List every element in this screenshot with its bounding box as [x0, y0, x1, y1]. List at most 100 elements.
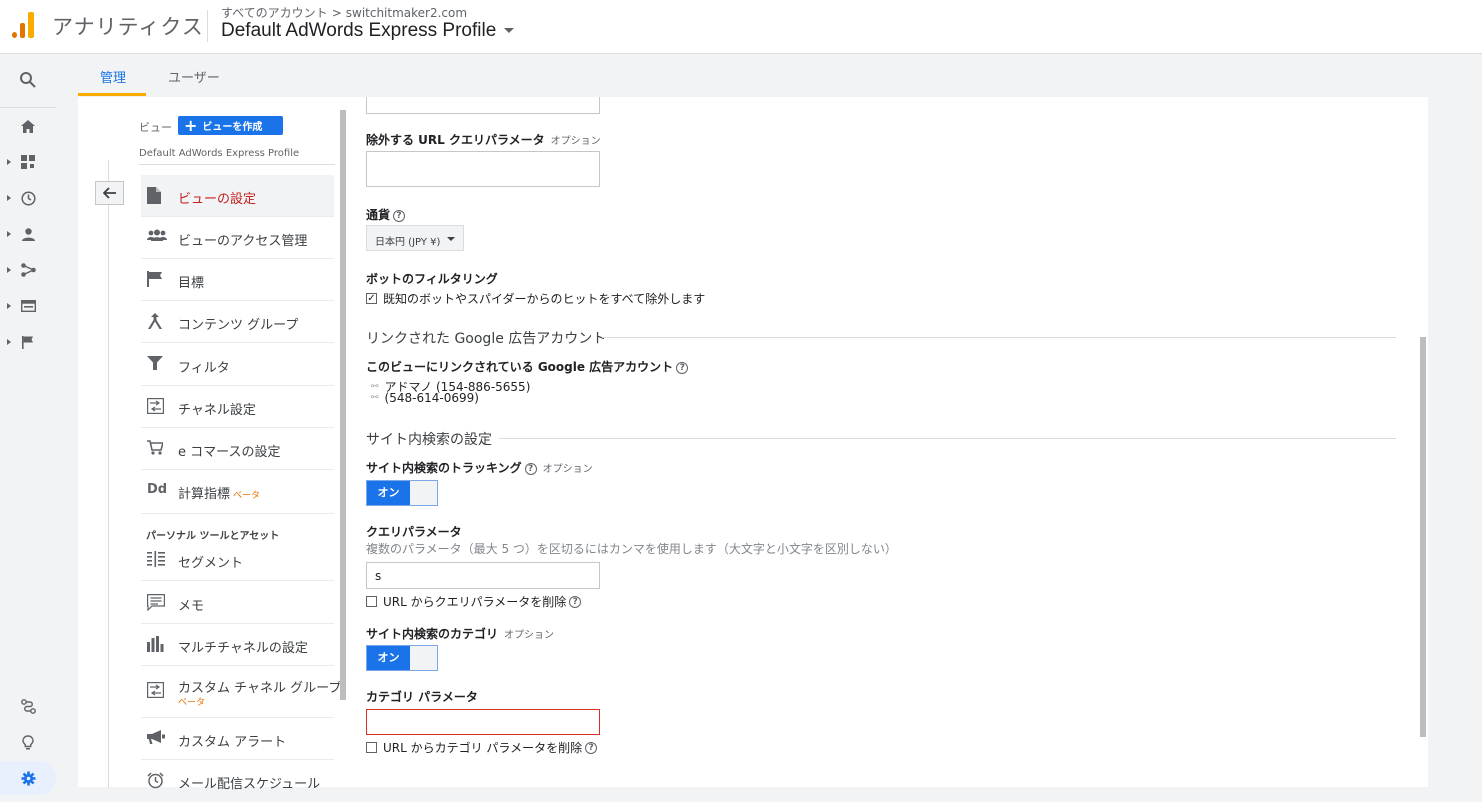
- bot-filter-label: ボットのフィルタリング: [366, 272, 498, 286]
- nav-custom-alerts[interactable]: カスタム アラート: [141, 718, 334, 760]
- breadcrumb[interactable]: すべてのアカウント > switchitmaker2.com: [221, 4, 467, 21]
- exclude-params-textarea[interactable]: [366, 151, 600, 187]
- help-icon[interactable]: ?: [585, 741, 598, 754]
- previous-field-input[interactable]: [366, 97, 600, 114]
- linked-ads-section-heading: リンクされた Google 広告アカウント: [366, 331, 607, 347]
- tab-user[interactable]: ユーザー: [168, 67, 220, 86]
- currency-select[interactable]: 日本円 (JPY ¥): [366, 225, 464, 251]
- nav-view-access[interactable]: ビューのアクセス管理: [141, 217, 334, 259]
- profile-divider: [139, 164, 335, 165]
- nav-ecommerce-settings[interactable]: e コマースの設定: [141, 428, 334, 470]
- expand-arrow-icon: [7, 159, 11, 165]
- nav-view-settings[interactable]: ビューの設定: [141, 175, 334, 217]
- strip-query-checkbox[interactable]: URL からクエリパラメータを削除?: [366, 593, 582, 610]
- settings-scrollbar[interactable]: [1420, 337, 1426, 737]
- help-icon[interactable]: ?: [676, 361, 689, 374]
- alarm-icon: [147, 772, 167, 790]
- cart-icon: [147, 440, 167, 458]
- site-search-tracking-label-text: サイト内検索のトラッキング: [366, 461, 522, 475]
- checkbox-checked-icon[interactable]: ✓: [366, 293, 377, 304]
- caret-down-icon: [504, 28, 515, 34]
- expand-arrow-icon: [7, 303, 11, 309]
- site-search-tracking-toggle[interactable]: オン: [366, 480, 438, 506]
- nav-label: セグメント: [178, 556, 244, 571]
- create-view-label: ビューを作成: [202, 122, 263, 133]
- nav-goals[interactable]: 目標: [141, 259, 334, 301]
- help-icon[interactable]: ?: [393, 209, 406, 222]
- linked-ads-label-text: このビューにリンクされている Google 広告アカウント: [366, 360, 674, 374]
- nav-annotations[interactable]: メモ: [141, 582, 334, 624]
- nav-calculated-metrics[interactable]: Dd 計算指標 ベータ: [141, 470, 334, 514]
- toggle-on-label: オン: [367, 481, 410, 505]
- analytics-logo-icon[interactable]: [11, 12, 35, 38]
- checkbox-unchecked-icon[interactable]: [366, 596, 377, 607]
- customization-icon[interactable]: [0, 147, 56, 177]
- document-icon: [147, 187, 167, 205]
- breadcrumb-account[interactable]: switchitmaker2.com: [346, 6, 467, 20]
- nav-channel-settings[interactable]: チャネル設定: [141, 386, 334, 428]
- admin-gear-icon[interactable]: [0, 763, 56, 793]
- nav-multichannel-settings[interactable]: マルチチャネルの設定: [141, 624, 334, 666]
- arrow-left-icon: [102, 187, 116, 199]
- site-search-category-toggle[interactable]: オン: [366, 645, 438, 671]
- bar-chart-icon: [147, 636, 167, 654]
- nav-scheduled-emails[interactable]: メール配信スケジュール: [141, 760, 334, 802]
- behavior-icon[interactable]: [0, 291, 56, 321]
- nav-vertical-line: [108, 160, 109, 788]
- linked-account-name: (548-614-0699): [384, 391, 479, 405]
- currency-label: 通貨?: [366, 206, 406, 223]
- conversions-flag-icon[interactable]: [0, 327, 56, 357]
- back-button[interactable]: [95, 181, 124, 205]
- help-icon[interactable]: ?: [569, 595, 582, 608]
- section-divider: [499, 438, 1396, 439]
- plus-icon: +: [184, 115, 198, 135]
- category-param-label: カテゴリ パラメータ: [366, 690, 478, 704]
- nav-custom-channel-grouping[interactable]: カスタム チャネル グループ ベータ: [141, 666, 341, 718]
- left-rail: [0, 55, 56, 795]
- link-icon: ⚯: [371, 381, 379, 392]
- link-icon: ⚯: [371, 393, 379, 403]
- calculated-metric-icon: Dd: [147, 482, 168, 497]
- linked-ads-label: このビューにリンクされている Google 広告アカウント?: [366, 358, 689, 375]
- optional-tag: オプション: [550, 136, 601, 147]
- nav-label: e コマースの設定: [178, 445, 281, 460]
- attribution-icon[interactable]: [0, 691, 56, 721]
- create-view-button[interactable]: + ビューを作成: [178, 116, 283, 135]
- active-tab-underline: [78, 93, 146, 96]
- bot-filter-checkbox[interactable]: ✓ 既知のボットやスパイダーからのヒットをすべて除外します: [366, 290, 705, 307]
- view-profile-name[interactable]: Default AdWords Express Profile: [139, 148, 299, 159]
- strip-category-label: URL からカテゴリ パラメータを削除: [383, 741, 583, 755]
- site-search-category-label: サイト内検索のカテゴリ オプション: [366, 625, 554, 642]
- expand-arrow-icon: [7, 195, 11, 201]
- nav-segments[interactable]: セグメント: [141, 539, 334, 581]
- realtime-clock-icon[interactable]: [0, 183, 56, 213]
- acquisition-icon[interactable]: [0, 255, 56, 285]
- home-icon[interactable]: [0, 111, 56, 141]
- help-icon[interactable]: ?: [524, 462, 537, 475]
- profile-selector[interactable]: Default AdWords Express Profile: [221, 20, 515, 42]
- app-name: アナリティクス: [52, 15, 204, 39]
- tab-admin[interactable]: 管理: [100, 67, 126, 86]
- query-param-input[interactable]: s: [366, 562, 600, 589]
- content-group-icon: [147, 313, 167, 331]
- nav-content-grouping[interactable]: コンテンツ グループ: [141, 301, 334, 343]
- site-search-tracking-label: サイト内検索のトラッキング? オプション: [366, 459, 593, 476]
- insights-bulb-icon[interactable]: [0, 727, 56, 757]
- checkbox-unchecked-icon[interactable]: [366, 742, 377, 753]
- category-param-input[interactable]: [366, 709, 600, 735]
- exclude-params-label-text: 除外する URL クエリパラメータ: [366, 133, 545, 147]
- nav-scrollbar[interactable]: [340, 110, 346, 700]
- nav-filters[interactable]: フィルタ: [141, 344, 334, 386]
- site-search-section-heading: サイト内検索の設定: [366, 432, 492, 448]
- expand-arrow-icon: [7, 339, 11, 345]
- rail-divider: [0, 107, 56, 108]
- megaphone-icon: [147, 730, 167, 748]
- audience-person-icon[interactable]: [0, 219, 56, 249]
- nav-label: ビューの設定: [178, 192, 257, 207]
- bot-filter-checkbox-label: 既知のボットやスパイダーからのヒットをすべて除外します: [383, 292, 706, 306]
- strip-category-checkbox[interactable]: URL からカテゴリ パラメータを削除?: [366, 739, 598, 756]
- search-icon[interactable]: [0, 65, 56, 95]
- optional-tag: オプション: [542, 464, 593, 475]
- site-search-category-label-text: サイト内検索のカテゴリ: [366, 627, 499, 641]
- breadcrumb-root[interactable]: すべてのアカウント: [221, 6, 328, 20]
